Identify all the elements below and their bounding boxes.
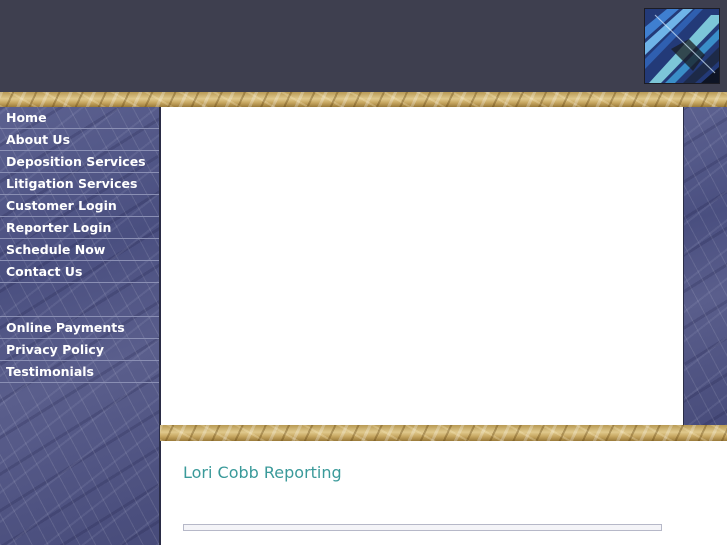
- content-panel: [162, 107, 682, 425]
- nav-item-home[interactable]: Home: [0, 107, 159, 129]
- nav-item-litigation-services[interactable]: Litigation Services: [0, 173, 159, 195]
- nav-item-contact-us[interactable]: Contact Us: [0, 261, 159, 283]
- page: Home About Us Deposition Services Litiga…: [0, 0, 727, 545]
- nav-item-schedule-now[interactable]: Schedule Now: [0, 239, 159, 261]
- right-decor-strip: [683, 107, 727, 425]
- page-title: Lori Cobb Reporting: [183, 463, 342, 482]
- nav-spacer: [0, 283, 159, 317]
- nav-item-online-payments[interactable]: Online Payments: [0, 317, 159, 339]
- logo-image: [644, 8, 720, 84]
- nav-item-reporter-login[interactable]: Reporter Login: [0, 217, 159, 239]
- pens-photo-icon: [645, 9, 719, 83]
- nav-item-deposition-services[interactable]: Deposition Services: [0, 151, 159, 173]
- nav-item-about-us[interactable]: About Us: [0, 129, 159, 151]
- gold-divider-middle: [160, 425, 727, 441]
- header-band: [0, 0, 727, 92]
- sidebar-nav: Home About Us Deposition Services Litiga…: [0, 107, 159, 383]
- nav-item-customer-login[interactable]: Customer Login: [0, 195, 159, 217]
- content-rule: [183, 524, 662, 531]
- nav-item-testimonials[interactable]: Testimonials: [0, 361, 159, 383]
- nav-item-privacy-policy[interactable]: Privacy Policy: [0, 339, 159, 361]
- gold-divider-top: [0, 92, 727, 107]
